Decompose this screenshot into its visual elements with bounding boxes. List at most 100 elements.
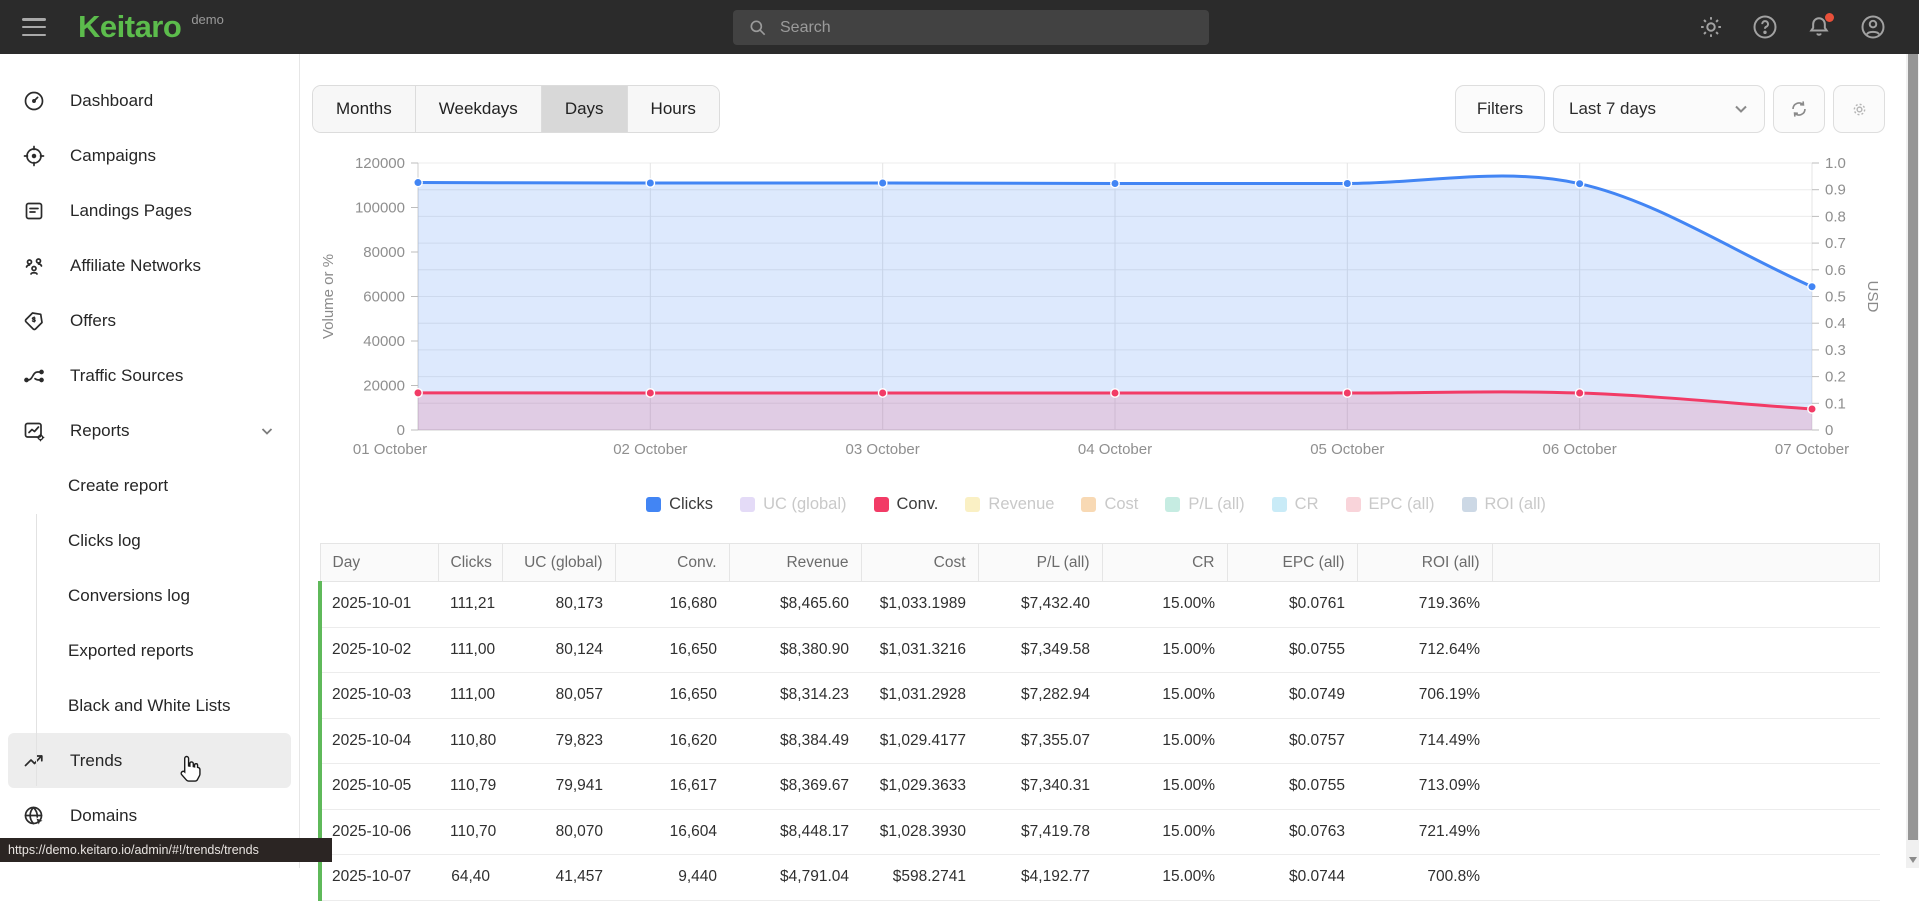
tab-months[interactable]: Months <box>313 86 416 132</box>
column-header-cr[interactable]: CR <box>1102 544 1227 582</box>
legend-item-roi-all-[interactable]: ROI (all) <box>1462 495 1546 514</box>
trends-table: DayClicksUC (global)Conv.RevenueCostP/L … <box>318 543 1880 901</box>
sidebar-subitem-clicks-log[interactable]: Clicks log <box>0 513 299 568</box>
tab-weekdays[interactable]: Weekdays <box>416 86 542 132</box>
vertical-scrollbar[interactable] <box>1906 54 1919 868</box>
sidebar-subitem-black-and-white-lists[interactable]: Black and White Lists <box>0 678 299 733</box>
tab-hours[interactable]: Hours <box>628 86 719 132</box>
sidebar-item-traffic-sources[interactable]: Traffic Sources <box>0 348 299 403</box>
cell-filler <box>1492 627 1880 673</box>
user-avatar-icon[interactable] <box>1859 13 1887 41</box>
chart-legend: Clicks UC (global) Conv. Revenue Cost P/L (al… <box>310 495 1882 514</box>
cell-day: 2025-10-07 <box>320 855 438 901</box>
sidebar-subitem-exported-reports[interactable]: Exported reports <box>0 623 299 678</box>
column-header-revenue[interactable]: Revenue <box>729 544 861 582</box>
svg-text:0.8: 0.8 <box>1825 208 1846 225</box>
table-row[interactable]: 2025-10-01111,2180,17316,680$8,465.60$1,… <box>320 582 1880 628</box>
sidebar-item-affiliate-networks[interactable]: Affiliate Networks <box>0 238 299 293</box>
cell-conv-: 16,650 <box>615 673 729 719</box>
domains-icon <box>22 804 46 828</box>
column-header-conv-[interactable]: Conv. <box>615 544 729 582</box>
cell-epc-all-: $0.0757 <box>1227 718 1357 764</box>
sidebar-item-label: Traffic Sources <box>70 366 183 386</box>
legend-label: P/L (all) <box>1188 495 1244 514</box>
scrollbar-thumb[interactable] <box>1908 54 1918 840</box>
refresh-icon <box>1788 98 1810 120</box>
legend-label: EPC (all) <box>1369 495 1435 514</box>
brand-logo[interactable]: Keitaro <box>78 9 181 45</box>
column-header-p-l-all-[interactable]: P/L (all) <box>978 544 1102 582</box>
cell-cr: 15.00% <box>1102 764 1227 810</box>
cell-cr: 15.00% <box>1102 673 1227 719</box>
legend-item-cost[interactable]: Cost <box>1081 495 1138 514</box>
table-row[interactable]: 2025-10-05110,7979,94116,617$8,369.67$1,… <box>320 764 1880 810</box>
svg-text:01 October: 01 October <box>353 441 427 458</box>
granularity-tabs: MonthsWeekdaysDaysHours <box>312 85 720 133</box>
table-row[interactable]: 2025-10-04110,8079,82316,620$8,384.49$1,… <box>320 718 1880 764</box>
sidebar-item-offers[interactable]: Offers <box>0 293 299 348</box>
legend-swatch <box>1165 497 1180 512</box>
sidebar-item-reports[interactable]: Reports <box>0 403 299 458</box>
table-row[interactable]: 2025-10-0764,4041,4579,440$4,791.04$598.… <box>320 855 1880 901</box>
sidebar-item-dashboard[interactable]: Dashboard <box>0 73 299 128</box>
cell-day: 2025-10-04 <box>320 718 438 764</box>
global-search[interactable] <box>733 10 1209 45</box>
sidebar-item-domains[interactable]: Domains <box>0 788 299 843</box>
reports-icon <box>22 419 46 443</box>
chevron-down-icon <box>1733 101 1749 117</box>
scrollbar-down-arrow[interactable] <box>1909 857 1917 863</box>
legend-item-revenue[interactable]: Revenue <box>965 495 1054 514</box>
tab-days[interactable]: Days <box>542 86 628 132</box>
table-row[interactable]: 2025-10-06110,7080,07016,604$8,448.17$1,… <box>320 809 1880 855</box>
column-header-epc-all-[interactable]: EPC (all) <box>1227 544 1357 582</box>
column-header-day[interactable]: Day <box>320 544 438 582</box>
table-row[interactable]: 2025-10-02111,0080,12416,650$8,380.90$1,… <box>320 627 1880 673</box>
legend-swatch <box>1346 497 1361 512</box>
search-input[interactable] <box>780 19 1160 37</box>
cell-day: 2025-10-05 <box>320 764 438 810</box>
cell-clicks: 111,00 <box>438 627 502 673</box>
sidebar-subitem-conversions-log[interactable]: Conversions log <box>0 568 299 623</box>
cell-epc-all-: $0.0749 <box>1227 673 1357 719</box>
svg-text:0.5: 0.5 <box>1825 289 1846 306</box>
legend-item-cr[interactable]: CR <box>1272 495 1319 514</box>
sidebar-subitem-create-report[interactable]: Create report <box>0 458 299 513</box>
column-header-filler[interactable] <box>1492 544 1880 582</box>
trends-chart[interactable]: 02000040000600008000010000012000000.10.2… <box>310 125 1895 473</box>
table-row[interactable]: 2025-10-03111,0080,05716,650$8,314.23$1,… <box>320 673 1880 719</box>
legend-label: Revenue <box>988 495 1054 514</box>
landing-pages-icon <box>22 199 46 223</box>
svg-text:07 October: 07 October <box>1775 441 1849 458</box>
sidebar-item-landings-pages[interactable]: Landings Pages <box>0 183 299 238</box>
column-header-uc-global-[interactable]: UC (global) <box>502 544 615 582</box>
svg-text:0: 0 <box>1825 422 1833 439</box>
cell-revenue: $4,791.04 <box>729 855 861 901</box>
svg-text:02 October: 02 October <box>613 441 687 458</box>
sidebar-item-campaigns[interactable]: Campaigns <box>0 128 299 183</box>
legend-item-conv-[interactable]: Conv. <box>874 495 939 514</box>
menu-icon[interactable] <box>22 18 46 36</box>
svg-text:04 October: 04 October <box>1078 441 1152 458</box>
legend-item-p-l-all-[interactable]: P/L (all) <box>1165 495 1244 514</box>
cell-revenue: $8,380.90 <box>729 627 861 673</box>
legend-swatch <box>874 497 889 512</box>
column-header-clicks[interactable]: Clicks <box>438 544 502 582</box>
cell-uc-global-: 79,941 <box>502 764 615 810</box>
legend-item-clicks[interactable]: Clicks <box>646 495 713 514</box>
sidebar-item-trends[interactable]: Trends <box>8 733 291 788</box>
cell-conv-: 16,620 <box>615 718 729 764</box>
cell-epc-all-: $0.0763 <box>1227 809 1357 855</box>
status-url-bar: https://demo.keitaro.io/admin/#!/trends/… <box>0 838 332 862</box>
cell-p-l-all-: $7,419.78 <box>978 809 1102 855</box>
sidebar-item-label: Affiliate Networks <box>70 256 201 276</box>
svg-text:05 October: 05 October <box>1310 441 1384 458</box>
legend-label: ROI (all) <box>1485 495 1546 514</box>
column-header-roi-all-[interactable]: ROI (all) <box>1357 544 1492 582</box>
column-header-cost[interactable]: Cost <box>861 544 978 582</box>
legend-item-uc-global-[interactable]: UC (global) <box>740 495 846 514</box>
help-icon[interactable] <box>1751 13 1779 41</box>
settings-icon[interactable] <box>1697 13 1725 41</box>
notification-dot <box>1825 13 1834 22</box>
legend-item-epc-all-[interactable]: EPC (all) <box>1346 495 1435 514</box>
notifications-icon[interactable] <box>1805 13 1833 41</box>
